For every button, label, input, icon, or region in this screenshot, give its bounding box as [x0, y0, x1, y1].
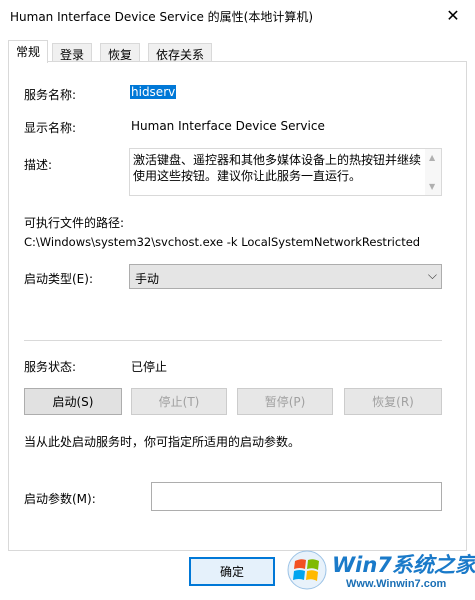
- path-label: 可执行文件的路径:: [24, 216, 125, 230]
- startup-type-value: 手动: [135, 272, 160, 286]
- start-params-input[interactable]: [151, 482, 442, 511]
- resume-button[interactable]: 恢复(R): [344, 388, 442, 415]
- scroll-up-icon[interactable]: ▲: [429, 153, 435, 162]
- description-scrollbar[interactable]: ▲ ▼: [425, 149, 441, 195]
- tab-strip: 常规 登录 恢复 依存关系: [8, 40, 467, 63]
- display-name-value[interactable]: Human Interface Device Service: [131, 119, 325, 133]
- tab-general[interactable]: 常规: [8, 40, 49, 63]
- start-button[interactable]: 启动(S): [24, 388, 122, 415]
- description-line-2: 使用这些按钮。建议你让此服务一直运行。: [133, 169, 362, 183]
- startup-type-select[interactable]: 手动 ⌵: [129, 264, 442, 289]
- tab-dependencies[interactable]: 依存关系: [148, 43, 213, 62]
- close-icon[interactable]: ✕: [431, 0, 475, 30]
- title-bar: Human Interface Device Service 的属性(本地计算机…: [0, 0, 475, 30]
- watermark-url: Www.Winwin7.com: [346, 578, 447, 590]
- chevron-down-icon: ⌵: [427, 268, 437, 282]
- service-name-value[interactable]: hidserv: [130, 85, 177, 99]
- tab-recovery[interactable]: 恢复: [100, 43, 141, 62]
- windows-logo-icon: [287, 550, 327, 590]
- window-title: Human Interface Device Service 的属性(本地计算机…: [10, 10, 314, 24]
- description-label: 描述:: [24, 158, 53, 172]
- description-box[interactable]: 激活键盘、遥控器和其他多媒体设备上的热按钮并继续 使用这些按钮。建议你让此服务一…: [129, 148, 442, 196]
- stop-button[interactable]: 停止(T): [131, 388, 227, 415]
- watermark-name: Win7系统之家: [332, 553, 475, 577]
- display-name-label: 显示名称:: [24, 121, 77, 135]
- startup-type-label: 启动类型(E):: [24, 272, 93, 286]
- ok-button[interactable]: 确定: [189, 557, 275, 586]
- service-name-text: hidserv: [130, 85, 177, 99]
- watermark: Win7系统之家 Www.Winwin7.com: [286, 545, 475, 597]
- scroll-down-icon[interactable]: ▼: [429, 182, 435, 191]
- divider: [24, 340, 442, 341]
- tab-logon[interactable]: 登录: [52, 43, 93, 62]
- description-line-1: 激活键盘、遥控器和其他多媒体设备上的热按钮并继续: [133, 153, 422, 167]
- path-value: C:\Windows\system32\svchost.exe -k Local…: [24, 235, 421, 249]
- general-panel: [8, 61, 467, 551]
- status-label: 服务状态:: [24, 360, 77, 374]
- pause-button[interactable]: 暂停(P): [237, 388, 333, 415]
- service-name-label: 服务名称:: [24, 88, 77, 102]
- start-params-label: 启动参数(M):: [24, 492, 96, 506]
- start-params-hint: 当从此处启动服务时，你可指定所适用的启动参数。: [24, 435, 301, 449]
- status-value: 已停止: [131, 360, 168, 374]
- description-text: 激活键盘、遥控器和其他多媒体设备上的热按钮并继续 使用这些按钮。建议你让此服务一…: [133, 152, 423, 184]
